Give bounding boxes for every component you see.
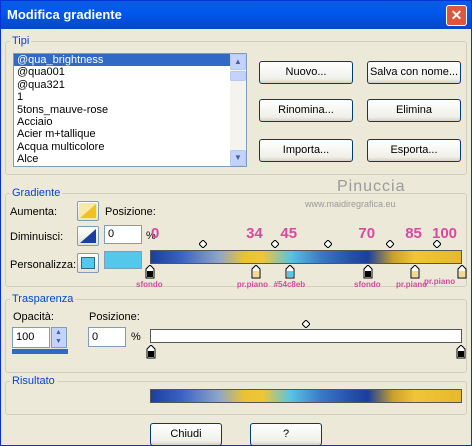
gradient-stop-marker[interactable] <box>145 265 155 279</box>
decrease-icon[interactable] <box>77 226 99 246</box>
diminuisci-label: Diminuisci: <box>10 231 64 243</box>
custom-color-swatch[interactable] <box>104 251 142 269</box>
annotation-label: sfondo <box>354 280 381 289</box>
spinner-down-icon[interactable]: ▼ <box>55 338 62 345</box>
personalizza-label: Personalizza: <box>10 259 77 271</box>
close-button[interactable]: Chiudi <box>150 423 222 446</box>
transparency-bar[interactable] <box>150 329 462 343</box>
rename-button[interactable]: Rinomina... <box>259 99 353 122</box>
annotation-labels: sfondo pr.piano #54c8eb sfondo pr.piano pr.pi… <box>136 277 470 294</box>
gradient-preview-bar[interactable] <box>150 250 462 264</box>
annotation-number: 0 <box>151 225 160 242</box>
opacita-label: Opacità: <box>13 311 54 323</box>
list-item[interactable]: @qua321 <box>14 79 246 91</box>
transparency-position-input[interactable]: 0 <box>88 327 126 347</box>
annotation-number: 85 <box>405 225 422 242</box>
window-title: Modifica gradiente <box>7 7 122 22</box>
import-button[interactable]: Importa... <box>259 139 353 162</box>
gradiente-legend: Gradiente <box>12 187 61 199</box>
result-preview-bar <box>150 389 462 403</box>
list-item[interactable]: Alce <box>14 153 246 165</box>
annotation-number: 100 <box>432 225 458 242</box>
annotation-label: pr.piano <box>424 277 456 286</box>
list-item[interactable]: 1 <box>14 91 246 103</box>
annotation-label: pr.piano <box>236 280 268 289</box>
new-button[interactable]: Nuovo... <box>259 61 353 84</box>
posizione-label: Posizione: <box>105 206 156 218</box>
gradient-stops[interactable] <box>145 265 467 279</box>
list-item[interactable]: @qua_brightness <box>14 54 246 68</box>
opacity-slider-bar[interactable] <box>12 349 68 354</box>
transparency-stop-right[interactable] <box>456 344 466 362</box>
export-button[interactable]: Esporta... <box>367 139 461 162</box>
gradient-stop-marker[interactable] <box>363 265 373 279</box>
annotation-label: pr.piano <box>396 280 428 289</box>
close-window-button[interactable]: ✕ <box>446 5 467 26</box>
annotation-number: 34 <box>246 225 263 242</box>
transparency-stop-left[interactable] <box>146 344 156 362</box>
custom-color-icon <box>81 257 95 269</box>
list-scrollbar[interactable]: ▲ ▼ <box>230 54 246 166</box>
trasparenza-posizione-label: Posizione: <box>89 311 140 323</box>
scroll-down-button[interactable]: ▼ <box>230 150 246 166</box>
spinner-up-icon[interactable]: ▲ <box>55 329 62 336</box>
trasparenza-legend: Trasparenza <box>12 293 74 305</box>
list-item[interactable]: 5tons_mauve-rose <box>14 104 246 116</box>
risultato-legend: Risultato <box>12 375 55 387</box>
gradient-stop-marker[interactable] <box>251 265 261 279</box>
scroll-up-button[interactable]: ▲ <box>230 54 246 70</box>
save-as-button[interactable]: Salva con nome... <box>367 61 461 84</box>
annotation-number: 70 <box>358 225 376 242</box>
custom-color-button[interactable] <box>77 253 99 273</box>
gradient-stop-marker[interactable] <box>285 265 295 279</box>
opacity-input[interactable]: 100 <box>12 327 50 348</box>
modifica-gradiente-dialog: Modifica gradiente ✕ Tipi @qua_brightnes… <box>0 0 472 446</box>
list-item[interactable]: Acier m+tallique <box>14 128 246 140</box>
list-item[interactable]: Acqua multicolore <box>14 141 246 153</box>
gradient-stop-marker[interactable] <box>410 265 420 279</box>
gradient-stop-marker[interactable] <box>457 265 467 279</box>
help-button[interactable]: ? <box>250 423 322 446</box>
annotation-label: sfondo <box>136 280 163 289</box>
aumenta-label: Aumenta: <box>10 206 58 218</box>
gradient-position-input[interactable]: 0 <box>104 225 142 244</box>
annotation-numbers: 0 34 45 70 85 100 <box>150 225 462 247</box>
delete-button[interactable]: Elimina <box>367 99 461 122</box>
title-bar: Modifica gradiente ✕ <box>1 1 471 29</box>
list-item[interactable]: @qua001 <box>14 66 246 78</box>
transparency-percent-label: % <box>131 331 141 343</box>
tipi-legend: Tipi <box>12 35 30 47</box>
opacity-spinner[interactable]: ▲ ▼ <box>51 327 67 348</box>
increase-icon[interactable] <box>77 201 99 221</box>
list-item[interactable]: Acciaio <box>14 116 246 128</box>
gradient-types-list[interactable]: @qua_brightness @qua001 @qua321 1 5tons_mauv… <box>13 53 247 167</box>
annotation-label: #54c8eb <box>273 280 306 289</box>
annotation-number: 45 <box>280 225 298 242</box>
scroll-thumb[interactable] <box>230 71 246 81</box>
